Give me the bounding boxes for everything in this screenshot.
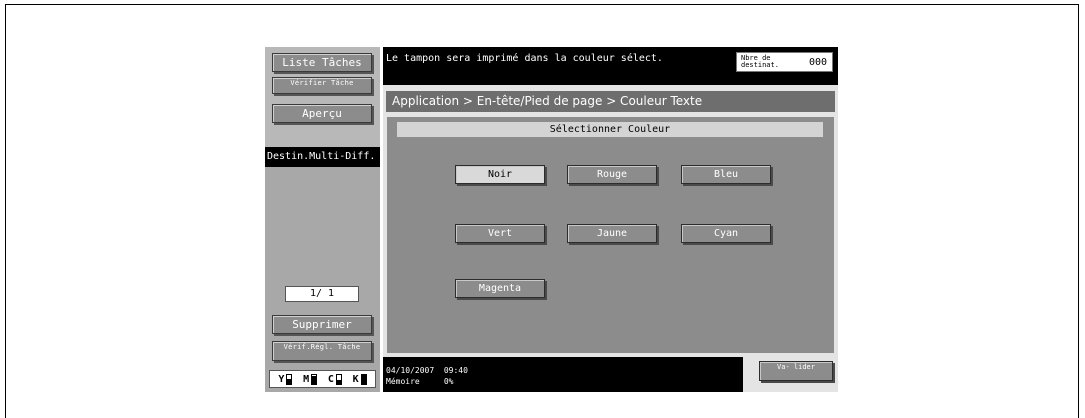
color-button-rouge[interactable]: Rouge [567,165,657,184]
breadcrumb: Application > En-tête/Pied de page > Cou… [386,91,835,112]
toner-label: M [303,373,310,385]
toner-level-fill [287,379,292,384]
toner-label: Y [278,373,285,385]
section-header: Sélectionner Couleur [397,122,823,137]
toner-level-fill [336,379,341,384]
time-text: 09:40 [443,366,468,375]
verifier-tache-button[interactable]: Vérifier Tâche [272,77,372,94]
liste-taches-button[interactable]: Liste Tâches [272,53,372,72]
toner-k: K [352,373,367,385]
toner-level-bar [360,373,367,385]
toner-level-bar [335,373,342,385]
main-panel: Application > En-tête/Pied de page > Cou… [383,85,838,357]
status-message: Le tampon sera imprimé dans la couleur s… [386,53,663,64]
memory-status: Mémoire 0% [386,377,453,386]
toner-level-fill [312,376,317,384]
color-button-jaune[interactable]: Jaune [567,224,657,243]
color-selection-panel: Sélectionner Couleur Noir Rouge Bleu Ver… [387,117,834,353]
color-button-bleu[interactable]: Bleu [681,165,771,184]
toner-c: C [327,373,342,385]
memory-value: 0% [443,377,454,386]
toner-level-fill [361,375,366,384]
destination-count-box: Nbre de destinat. 000 [736,52,833,72]
destin-multi-diff-label: Destin.Multi-Diff. [265,147,380,167]
verif-regl-tache-button[interactable]: Vérif.Régl. Tâche [272,341,372,361]
color-button-magenta[interactable]: Magenta [455,279,545,298]
color-button-vert[interactable]: Vert [455,224,545,243]
date-time: 04/10/2007 09:40 [386,366,468,375]
toner-level-bar [311,373,318,385]
date-text: 04/10/2007 [386,366,435,375]
toner-y: Y [278,373,293,385]
toner-label: C [327,373,334,385]
toner-indicator: YMCK [269,370,376,388]
color-button-noir[interactable]: Noir [455,165,545,184]
destination-count-label: Nbre de destinat. [741,54,779,69]
memory-label: Mémoire [386,377,420,386]
message-bar: Le tampon sera imprimé dans la couleur s… [383,47,838,85]
supprimer-button[interactable]: Supprimer [272,315,372,334]
page-indicator: 1/ 1 [285,286,359,302]
toner-label: K [352,373,359,385]
destination-count-value: 000 [808,57,827,68]
color-button-cyan[interactable]: Cyan [681,224,771,243]
toner-level-bar [286,373,293,385]
left-panel: Liste Tâches Vérifier Tâche Aperçu Desti… [265,47,380,392]
valider-button[interactable]: Va- lider [759,361,833,381]
bottom-status-bar: 04/10/2007 09:40 Mémoire 0% Va- lider [383,357,838,392]
toner-m: M [303,373,318,385]
apercu-button[interactable]: Aperçu [272,104,372,123]
